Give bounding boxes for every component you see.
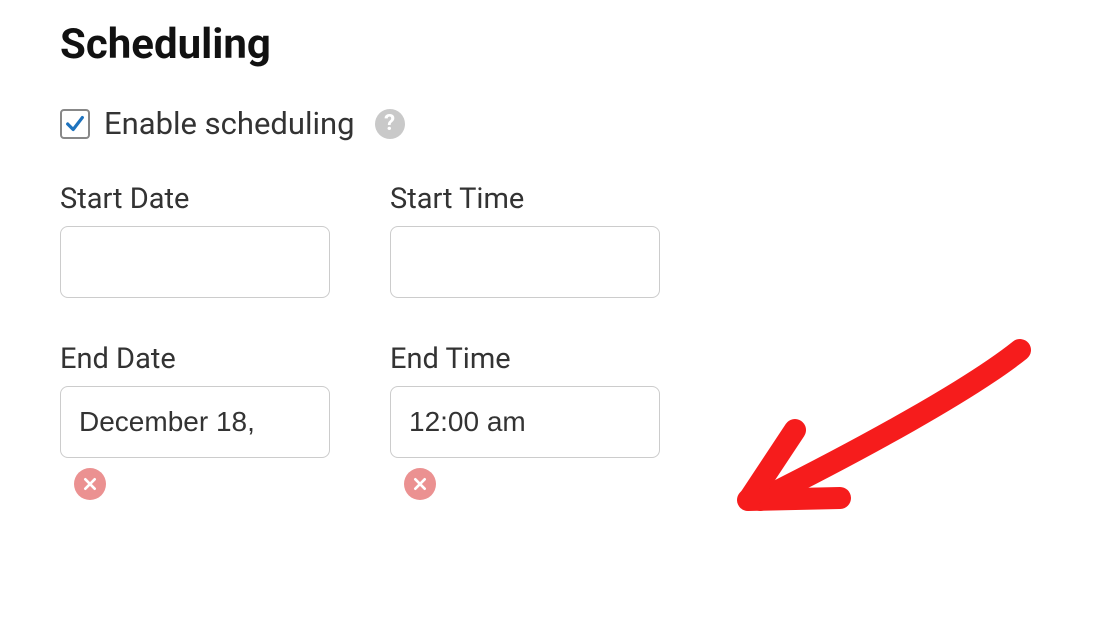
end-date-label: End Date [60,342,176,376]
page-title: Scheduling [60,20,1056,69]
check-icon [64,113,86,135]
end-date-input[interactable] [60,386,330,458]
start-time-group: Start Time [390,182,660,298]
help-icon[interactable]: ? [375,109,405,139]
start-time-input[interactable] [390,226,660,298]
enable-scheduling-row: Enable scheduling ? [60,105,1056,142]
close-icon [412,476,428,492]
close-icon [82,476,98,492]
end-time-group: End Time [390,342,660,500]
enable-scheduling-checkbox[interactable] [60,109,90,139]
start-date-input[interactable] [60,226,330,298]
end-date-group: End Date [60,342,330,500]
clear-end-time-button[interactable] [404,468,436,500]
end-time-label: End Time [390,342,511,376]
enable-scheduling-label: Enable scheduling [104,105,355,142]
scheduling-fields: Start Date End Date Start Time End Time [60,182,1056,500]
clear-end-date-button[interactable] [74,468,106,500]
start-time-label: Start Time [390,182,524,216]
start-date-group: Start Date [60,182,330,298]
end-time-input[interactable] [390,386,660,458]
time-column: Start Time End Time [390,182,660,500]
date-column: Start Date End Date [60,182,330,500]
start-date-label: Start Date [60,182,189,216]
